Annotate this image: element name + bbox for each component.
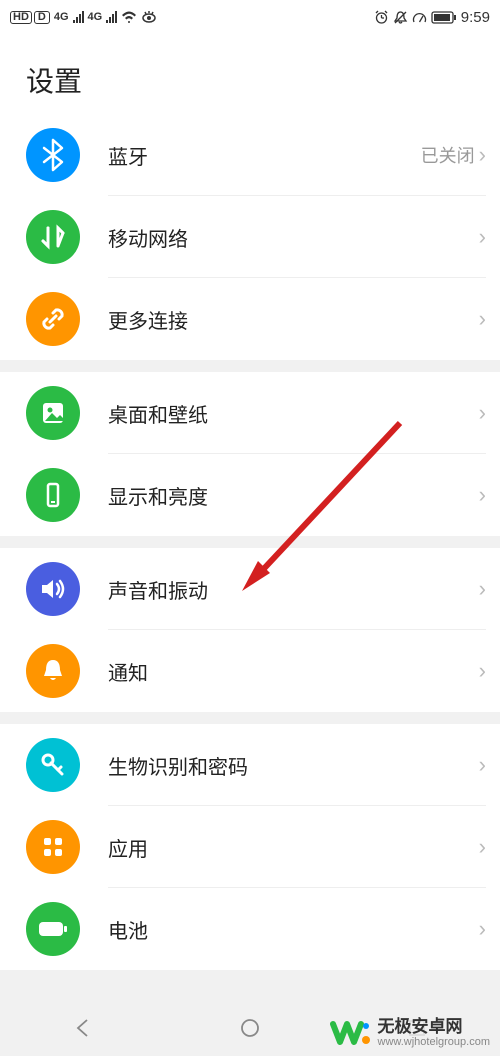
row-label: 通知 (108, 657, 479, 686)
grid-icon (26, 820, 80, 874)
net-4g-2: 4G (88, 12, 103, 23)
alarm-icon (374, 10, 389, 25)
signal-bars-2 (106, 11, 117, 23)
row-label: 电池 (108, 915, 479, 944)
row-label: 桌面和壁纸 (108, 399, 479, 428)
row-label: 声音和振动 (108, 575, 479, 604)
chevron-right-icon: › (479, 144, 486, 166)
section-security-apps: 生物识别和密码 › 应用 › 电池 › (0, 724, 500, 970)
section-display: 桌面和壁纸 › 显示和亮度 › (0, 372, 500, 536)
chevron-right-icon: › (479, 660, 486, 682)
row-value: 已关闭 (421, 142, 475, 168)
mobile-network-icon (26, 210, 80, 264)
signal-bars-1 (73, 11, 84, 23)
chevron-right-icon: › (479, 836, 486, 858)
header: 设置 (0, 34, 500, 114)
row-label: 生物识别和密码 (108, 751, 479, 780)
row-sound-vibration[interactable]: 声音和振动 › (0, 548, 500, 630)
chevron-right-icon: › (479, 226, 486, 248)
row-bluetooth[interactable]: 蓝牙 已关闭 › (0, 114, 500, 196)
battery-status-icon (431, 11, 457, 24)
row-battery[interactable]: 电池 › (0, 888, 500, 970)
row-label: 应用 (108, 833, 479, 862)
row-wallpaper[interactable]: 桌面和壁纸 › (0, 372, 500, 454)
sound-icon (26, 562, 80, 616)
key-icon (26, 738, 80, 792)
status-left: HD D 4G 4G (10, 11, 157, 24)
bluetooth-icon (26, 128, 80, 182)
row-apps[interactable]: 应用 › (0, 806, 500, 888)
chevron-right-icon: › (479, 918, 486, 940)
nav-home-button[interactable] (239, 1017, 261, 1039)
mute-icon (393, 10, 408, 25)
row-label: 蓝牙 (108, 141, 421, 170)
status-time: 9:59 (461, 10, 490, 25)
watermark-url: www.wjhotelgroup.com (378, 1036, 491, 1049)
speed-icon (412, 10, 427, 25)
chevron-right-icon: › (479, 484, 486, 506)
image-icon (26, 386, 80, 440)
row-label: 更多连接 (108, 305, 479, 334)
phone-icon (26, 468, 80, 522)
battery-icon (26, 902, 80, 956)
status-bar: HD D 4G 4G 9:59 (0, 0, 500, 34)
row-display-brightness[interactable]: 显示和亮度 › (0, 454, 500, 536)
watermark-logo-icon (330, 1016, 372, 1050)
row-notification[interactable]: 通知 › (0, 630, 500, 712)
link-icon (26, 292, 80, 346)
n-badge: D (34, 11, 50, 24)
watermark-title: 无极安卓网 (378, 1017, 491, 1037)
row-label: 移动网络 (108, 223, 479, 252)
net-4g-1: 4G (54, 12, 69, 23)
wifi-icon (121, 11, 137, 23)
chevron-right-icon: › (479, 402, 486, 424)
hd-badge: HD (10, 11, 32, 24)
row-mobile-network[interactable]: 移动网络 › (0, 196, 500, 278)
status-right: 9:59 (374, 10, 490, 25)
section-connectivity: 蓝牙 已关闭 › 移动网络 › 更多连接 › (0, 114, 500, 360)
watermark: 无极安卓网 www.wjhotelgroup.com (330, 1016, 491, 1050)
chevron-right-icon: › (479, 754, 486, 776)
row-label: 显示和亮度 (108, 481, 479, 510)
bell-icon (26, 644, 80, 698)
row-biometric-password[interactable]: 生物识别和密码 › (0, 724, 500, 806)
section-sound-notification: 声音和振动 › 通知 › (0, 548, 500, 712)
chevron-right-icon: › (479, 578, 486, 600)
nav-back-button[interactable] (72, 1017, 94, 1039)
chevron-right-icon: › (479, 308, 486, 330)
eye-icon (141, 11, 157, 23)
row-more-connections[interactable]: 更多连接 › (0, 278, 500, 360)
page-title: 设置 (26, 60, 474, 100)
